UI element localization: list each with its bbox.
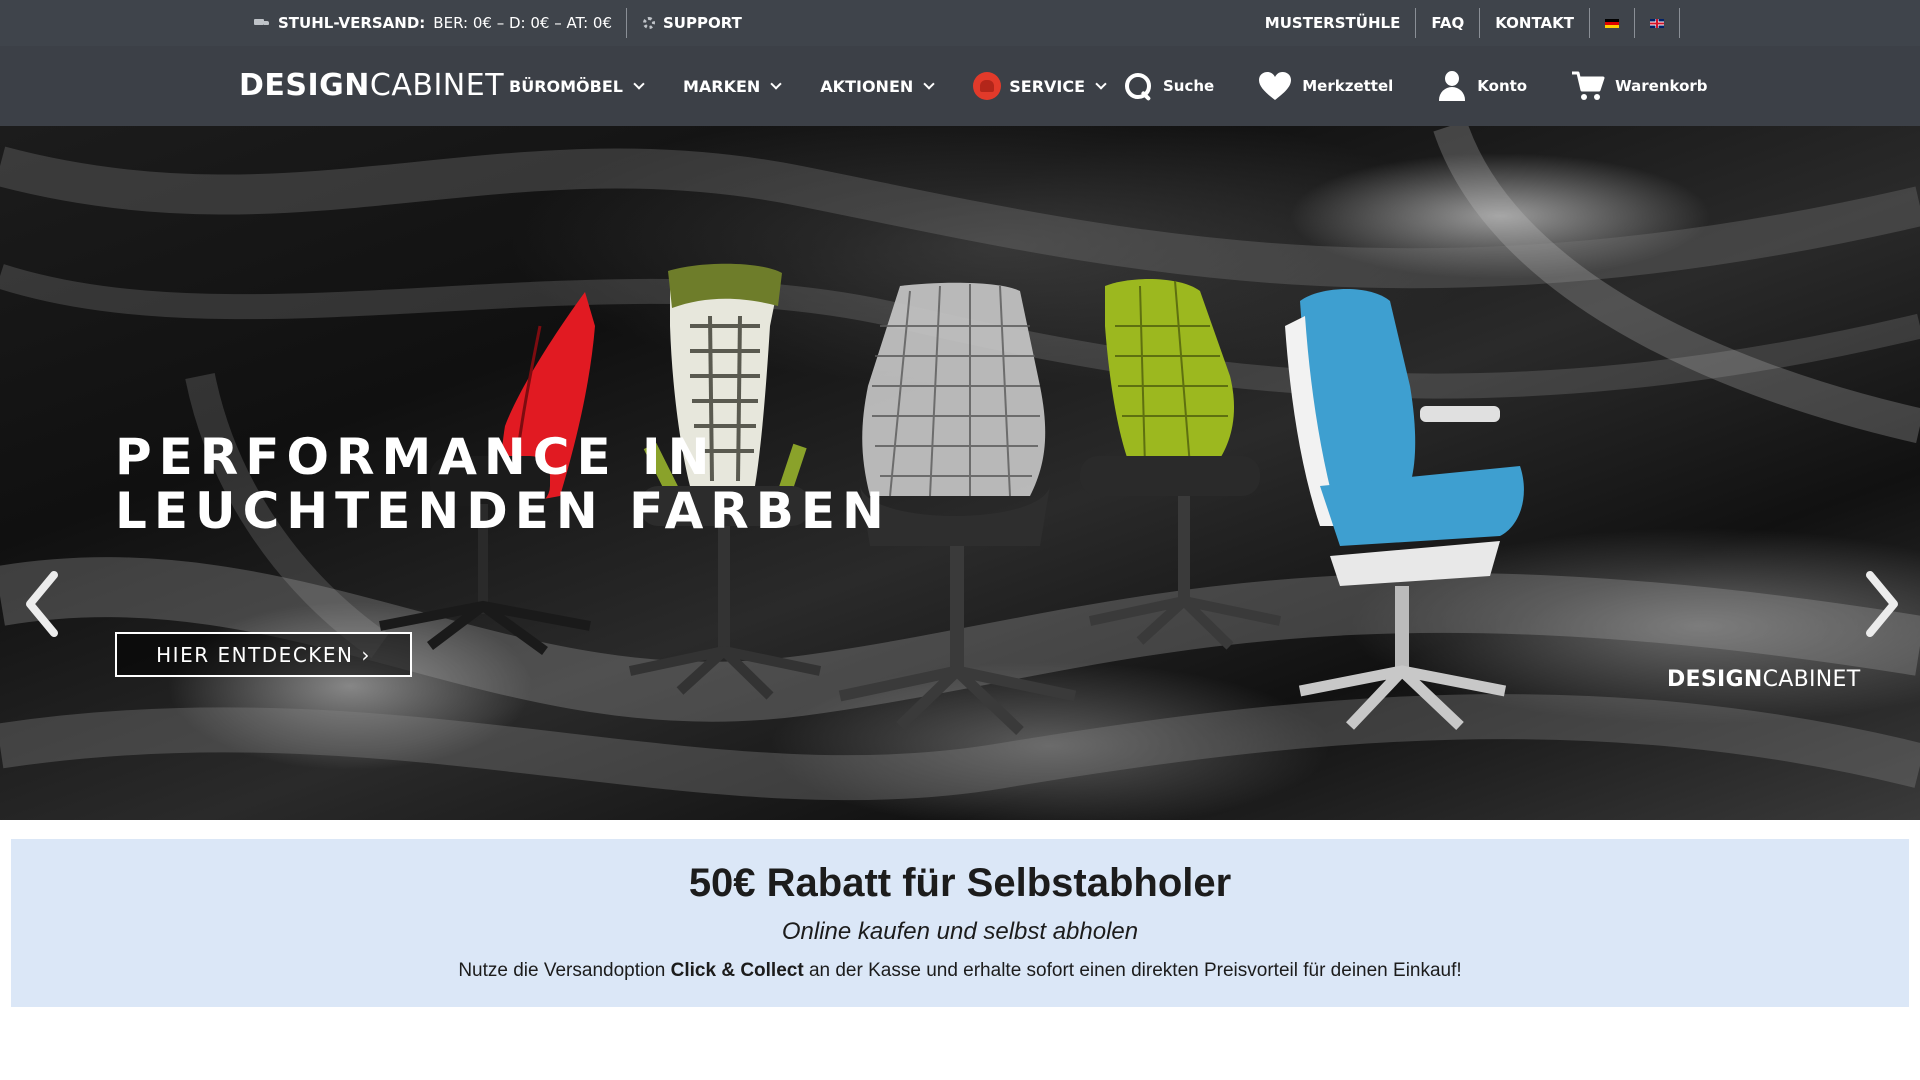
promo-banner: 50€ Rabatt für Selbstabholer Online kauf… [11, 839, 1909, 1007]
logo-bold: DESIGN [239, 68, 370, 103]
account-label: Konto [1477, 77, 1528, 95]
topbar-link-musterstuehle[interactable]: MUSTERSTÜHLE [1265, 8, 1417, 38]
menu-item-label: AKTIONEN [820, 76, 914, 96]
topbar-right: MUSTERSTÜHLE FAQ KONTAKT [1265, 0, 1680, 46]
promo-title: 50€ Rabatt für Selbstabholer [688, 861, 1232, 905]
shipping-value: BER: 0€ – D: 0€ – AT: 0€ [433, 14, 612, 32]
search-icon [1123, 71, 1153, 101]
menu-item-label: SERVICE [1009, 76, 1086, 96]
promo-text-bold: Click & Collect [670, 960, 804, 981]
wishlist-button[interactable]: Merkzettel [1258, 71, 1393, 101]
wishlist-label: Merkzettel [1302, 77, 1394, 95]
top-utility-bar: STUHL-VERSAND: BER: 0€ – D: 0€ – AT: 0€ … [0, 0, 1920, 46]
slider-next-arrow-icon[interactable] [1862, 569, 1902, 639]
site-logo[interactable]: DESIGNCABINET [239, 68, 504, 104]
account-button[interactable]: Konto [1437, 71, 1527, 101]
blue-chair [1285, 288, 1524, 730]
cart-label: Warenkorb [1615, 77, 1708, 95]
topbar-link-kontakt[interactable]: KONTAKT [1480, 8, 1590, 38]
cart-icon [1572, 71, 1605, 100]
header-tools: Suche Merkzettel Konto Warenkorb [1123, 46, 1708, 126]
chevron-down-icon [770, 77, 782, 90]
promo-text: Nutze die Versandoption Click & Collect … [11, 960, 1909, 982]
topbar-link-label: KONTAKT [1495, 14, 1574, 32]
german-flag-icon [1605, 18, 1619, 28]
menu-item-marken[interactable]: MARKEN [682, 76, 782, 96]
chevron-down-icon [633, 77, 645, 90]
service-chair-icon [973, 72, 1002, 100]
support-link[interactable]: SUPPORT [627, 14, 742, 32]
hero-cta-button[interactable]: HIER ENTDECKEN › [115, 632, 412, 677]
hero-brand-bold: DESIGN [1667, 667, 1763, 692]
main-menu: BÜROMÖBEL MARKEN AKTIONEN SERVICE [509, 46, 1145, 126]
search-label: Suche [1163, 77, 1215, 95]
user-icon [1437, 71, 1467, 101]
promo-text-before: Nutze die Versandoption [458, 960, 671, 981]
chevron-down-icon [1095, 77, 1107, 90]
topbar-left: STUHL-VERSAND: BER: 0€ – D: 0€ – AT: 0€ … [254, 0, 742, 46]
hero-title-line-1: PERFORMANCE IN [115, 428, 717, 486]
menu-item-label: BÜROMÖBEL [509, 76, 623, 96]
uk-flag-icon [1650, 18, 1664, 28]
menu-item-aktionen[interactable]: AKTIONEN [820, 76, 935, 96]
topbar-link-faq[interactable]: FAQ [1416, 8, 1481, 38]
hero-title: PERFORMANCE IN LEUCHTENDEN FARBEN [115, 430, 1015, 538]
logo-light: CABINET [369, 68, 505, 103]
language-en[interactable] [1635, 8, 1680, 38]
main-navbar: DESIGNCABINET BÜROMÖBEL MARKEN AKTIONEN … [0, 46, 1920, 126]
shipping-label: STUHL-VERSAND: [278, 14, 426, 32]
promo-subtitle: Online kaufen und selbst abholen [781, 918, 1139, 945]
menu-item-service[interactable]: SERVICE [973, 72, 1107, 100]
cart-button[interactable]: Warenkorb [1571, 71, 1708, 101]
hero-slider: PERFORMANCE IN LEUCHTENDEN FARBEN HIER E… [0, 126, 1920, 820]
language-de[interactable] [1590, 8, 1635, 38]
support-label: SUPPORT [663, 14, 742, 32]
hero-title-line-2: LEUCHTENDEN FARBEN [115, 482, 891, 540]
gear-icon [643, 17, 655, 29]
menu-item-label: MARKEN [682, 76, 761, 96]
topbar-link-label: FAQ [1431, 14, 1465, 32]
promo-text-after: an der Kasse und erhalte sofort einen di… [803, 960, 1462, 981]
truck-icon [254, 18, 270, 28]
hero-brand-light: CABINET [1762, 667, 1861, 692]
slider-prev-arrow-icon[interactable] [22, 569, 62, 639]
green-chair [1080, 279, 1282, 650]
search-button[interactable]: Suche [1123, 71, 1214, 101]
chevron-down-icon [923, 77, 935, 90]
menu-item-bueromoebel[interactable]: BÜROMÖBEL [509, 76, 645, 96]
hero-brand-logo: DESIGNCABINET [1667, 667, 1860, 692]
topbar-link-label: MUSTERSTÜHLE [1264, 14, 1401, 32]
shipping-info: STUHL-VERSAND: BER: 0€ – D: 0€ – AT: 0€ [254, 8, 627, 38]
heart-icon [1259, 72, 1292, 100]
